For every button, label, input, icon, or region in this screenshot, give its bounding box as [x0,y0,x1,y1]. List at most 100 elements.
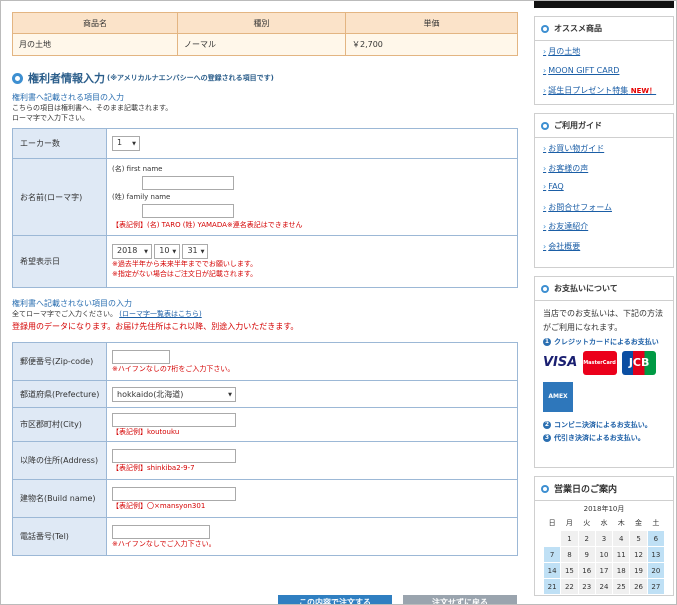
guide-item[interactable]: › 会社概要 [543,241,673,261]
number-3-icon: 3 [543,433,551,442]
payment-box: お支払いについて 当店でのお支払いは、下記の方法がご利用になれます。 1 クレジッ… [534,276,674,468]
tel-note: ※ハイフンなしでご入力下さい。 [112,539,216,548]
calendar-day: 25 [612,578,631,595]
month-select[interactable]: 10 [154,244,181,259]
weekday-label: 金 [629,514,648,531]
product-type: ノーマル [177,33,346,56]
new-badge: NEW！ [630,87,657,95]
calendar-day: 22 [560,578,579,595]
visa-logo: VISA [543,355,578,370]
address-form: 郵便番号(Zip-code) ※ハイフンなしの7桁をご入力下さい。 都道府県(P… [12,342,518,556]
acre-label: エーカー数 [12,128,107,159]
calendar-day: 14 [542,562,562,579]
description-line: こちらの項目は権利書へ、そのまま記載されます。 [12,104,173,112]
product-name: 月の土地 [12,33,178,56]
calendar-day: 11 [612,546,631,563]
building-example: 【表記例】〇×mansyon301 [112,501,206,510]
recommend-title: オススメ商品 [554,24,602,33]
first-name-label: (名) first name [112,165,163,173]
subheading-not-printed: 権利書へ記載されない項目の入力 [12,299,132,308]
calendar-day: 2 [577,530,596,547]
tel-input[interactable] [112,524,210,539]
product-price: ￥2,700 [345,33,518,56]
calendar-day: 20 [646,562,666,579]
recommend-item[interactable]: › 誕生日プレゼント特集 NEW！ [543,85,673,105]
payment-description: 当店でのお支払いは、下記の方法がご利用になれます。 [543,309,663,332]
address-example: 【表記例】shinkiba2-9-7 [112,463,195,472]
name-example: 【表記例】(名) TARO (姓) YAMADA※連名表記はできません [112,221,303,229]
year-select[interactable]: 2018 [112,244,152,259]
section-title-text: 権利者情報入力 [28,72,105,85]
bullet-icon [12,72,23,84]
amex-logo: AMEX [543,382,573,412]
back-button[interactable]: 注文せずに戻る [403,595,517,605]
calendar-month: 2018年10月 [583,505,625,513]
guide-item[interactable]: › お買い物ガイド [543,143,673,163]
number-2-icon: 2 [543,420,551,429]
city-input[interactable] [112,412,236,427]
calendar-day: 13 [646,546,666,563]
guide-item[interactable]: › FAQ [543,182,673,202]
subheading-printed: 権利書へ記載される項目の入力 [12,93,124,102]
weekday-label: 日 [542,514,562,531]
day-select[interactable]: 31 [182,244,209,259]
building-input[interactable] [112,486,236,501]
date-note: ※過去半年から未来半年まででお願いします。 [112,260,258,268]
calendar-day: 21 [542,578,562,595]
payment-title: お支払いについて [554,284,618,293]
zip-label: 郵便番号(Zip-code) [12,342,107,381]
date-label: 希望表示日 [12,235,107,288]
family-name-input[interactable] [142,204,234,218]
calendar-day: 16 [577,562,596,579]
family-name-label: (姓) family name [112,193,171,201]
calendar-day: 23 [577,578,596,595]
weekday-label: 火 [577,514,596,531]
calendar-day: 19 [629,562,648,579]
calendar-day: 26 [629,578,648,595]
calendar-day: 15 [560,562,579,579]
description-line: ローマ字で入力下さい。 [12,114,89,122]
jcb-logo: JCB [622,351,657,375]
description-line: 全てローマ字でご入力ください。 [12,310,117,318]
guide-item[interactable]: › お問合せフォーム [543,202,673,222]
address-input[interactable] [112,448,236,463]
building-label: 建物名(Build name) [12,479,107,518]
payment-method: 代引き決済によるお支払い。 [554,433,645,442]
city-label: 市区郡町村(City) [12,407,107,442]
calendar-day: 10 [594,546,614,563]
sidebar-top-bar [534,1,674,8]
guide-item[interactable]: › お客様の声 [543,163,673,183]
section-note: (※アメリカルナエンバシーへの登録される項目です) [107,74,274,82]
romaji-table-link[interactable]: (ローマ字一覧表はこちら) [119,310,201,318]
name-label: お名前(ローマ字) [12,158,107,236]
calendar-day: 7 [542,546,562,563]
date-note: ※指定がない場合はご注文日が記載されます。 [112,270,258,278]
bullet-icon [541,121,549,130]
recommend-box: オススメ商品 › 月の土地 › MOON GIFT CARD › 誕生日プレゼント特集… [534,16,674,105]
table-header: 単価 [345,12,518,34]
recommend-item[interactable]: › 月の土地 [543,46,673,66]
bullet-icon [541,284,549,293]
certificate-form: エーカー数 1 お名前(ローマ字) (名) first name (姓) fam… [12,128,518,288]
acre-select[interactable]: 1 [112,136,140,151]
payment-method: クレジットカードによるお支払い [554,337,659,346]
mastercard-logo: MasterCard [582,351,617,375]
zip-input[interactable] [112,349,170,364]
business-days-box: 営業日のご案内 2018年10月 日月火水木金土 1 2 3 4 5 6 7 8 9 10 11 12 1… [534,476,674,596]
back-button-label: 注文せずに戻る [432,597,488,605]
bullet-icon [541,484,549,493]
guide-item[interactable]: › お友達紹介 [543,221,673,241]
order-button-label: この内容で注文する [299,597,371,605]
guide-title: ご利用ガイド [554,121,602,130]
prefecture-select[interactable]: hokkaido(北海道) [112,386,236,402]
order-button[interactable]: この内容で注文する [278,595,392,605]
sidebar: オススメ商品 › 月の土地 › MOON GIFT CARD › 誕生日プレゼント特集… [534,1,674,596]
first-name-input[interactable] [142,176,234,190]
product-table: 商品名 種別 単価 月の土地 ノーマル ￥2,700 [12,12,518,56]
calendar-day: 4 [612,530,631,547]
calendar-day: 17 [594,562,614,579]
page-frame: 商品名 種別 単価 月の土地 ノーマル ￥2,700 権利者情報入力 (※アメリ… [0,0,677,605]
weekday-label: 土 [646,514,666,531]
guide-box: ご利用ガイド › お買い物ガイド › お客様の声 › FAQ › お問合せフォーム › お… [534,113,674,268]
recommend-item[interactable]: › MOON GIFT CARD [543,66,673,86]
